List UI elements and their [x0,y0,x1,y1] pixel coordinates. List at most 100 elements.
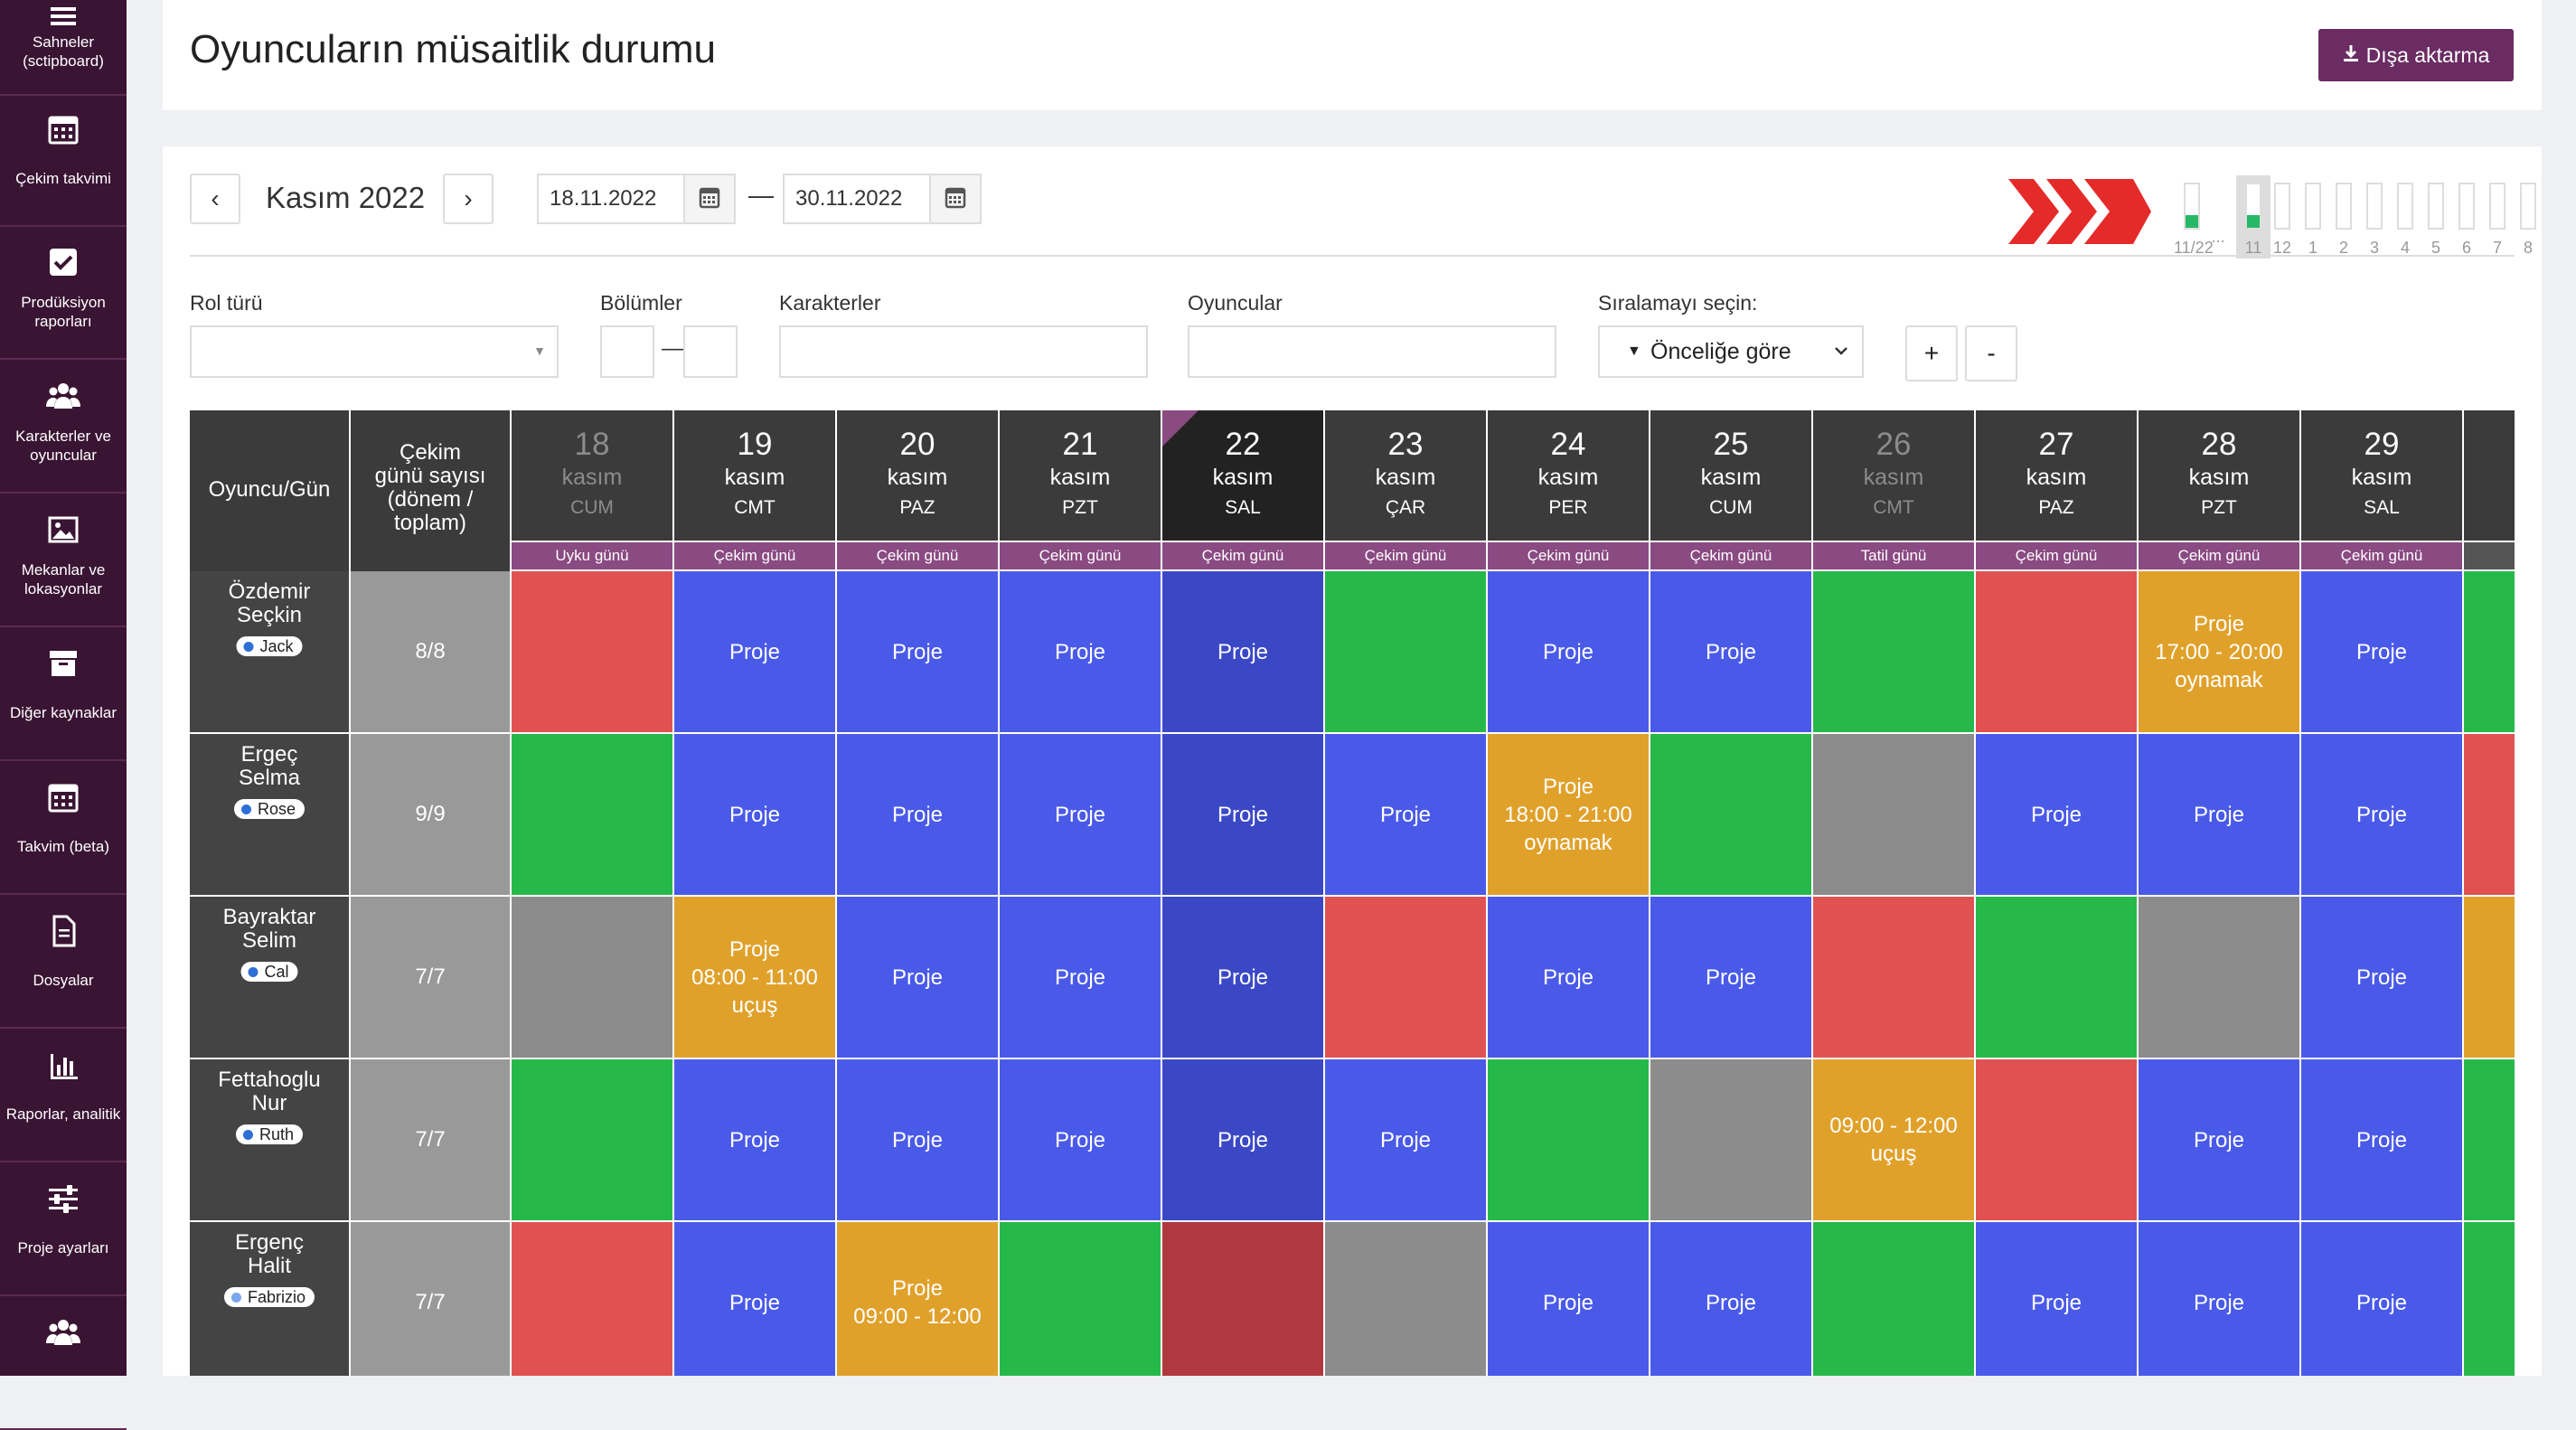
availability-cell[interactable] [1162,1222,1323,1376]
availability-cell[interactable]: Proje [2301,1059,2462,1220]
date-to-input[interactable]: 30.11.2022 [783,174,982,224]
character-chip[interactable]: Ruth [235,1124,304,1144]
availability-cell[interactable] [1813,734,1974,895]
sidebar-item-9[interactable]: Proje ayarları [0,1164,127,1296]
day-header-25[interactable]: 25 kasım CUM [1650,410,1811,541]
availability-cell[interactable] [512,1059,672,1220]
sidebar-item-3[interactable]: Karakterler ve oyuncular [0,362,127,494]
actors-input[interactable] [1188,325,1556,378]
availability-cell[interactable]: Proje [2301,897,2462,1058]
character-chip[interactable]: Rose [233,799,306,819]
availability-cell[interactable]: Proje 09:00 - 12:00 [837,1222,998,1376]
availability-cell[interactable]: Proje [2139,1222,2299,1376]
availability-cell[interactable] [2464,571,2515,732]
timeline-bar[interactable] [2520,183,2536,230]
export-button[interactable]: Dışa aktarma [2318,29,2514,81]
availability-cell[interactable] [1813,1222,1974,1376]
availability-cell[interactable]: Proje [1000,571,1161,732]
availability-cell[interactable]: Proje [2301,1222,2462,1376]
sidebar-item-7[interactable]: Dosyalar [0,897,127,1029]
availability-cell[interactable]: Proje [674,734,835,895]
zoom-in-button[interactable]: + [1905,325,1958,381]
timeline-bar[interactable] [2184,183,2200,230]
availability-cell[interactable]: Proje [1000,897,1161,1058]
availability-cell[interactable] [1813,897,1974,1058]
availability-cell[interactable]: 09:00 - 12:00 uçuş [1813,1059,1974,1220]
availability-cell[interactable] [512,571,672,732]
availability-cell[interactable]: Proje [1488,1222,1649,1376]
day-header-18[interactable]: 18 kasım CUM [512,410,672,541]
day-header-26[interactable]: 26 kasım CMT [1813,410,1974,541]
day-header-19[interactable]: 19 kasım CMT [674,410,835,541]
availability-cell[interactable]: Proje [1162,571,1323,732]
sidebar-item-1[interactable]: Çekim takvimi [0,95,127,227]
availability-cell[interactable]: Proje [674,1222,835,1376]
sidebar-item-8[interactable]: Raporlar, analitik [0,1030,127,1162]
availability-cell[interactable] [1325,1222,1486,1376]
day-header-20[interactable]: 20 kasım PAZ [837,410,998,541]
availability-cell[interactable]: Proje [1488,571,1649,732]
availability-cell[interactable] [2464,1059,2515,1220]
availability-cell[interactable] [1325,571,1486,732]
timeline-bar[interactable] [2397,183,2413,230]
calendar-icon[interactable] [929,175,980,222]
actor-cell[interactable]: Ergeç Selma Rose [190,734,349,895]
availability-cell[interactable]: Proje [1976,734,2137,895]
availability-cell[interactable]: Proje [1000,1059,1161,1220]
availability-cell[interactable]: Proje [837,1059,998,1220]
timeline-bar[interactable] [2305,183,2321,230]
availability-cell[interactable] [2139,897,2299,1058]
characters-input[interactable] [779,325,1148,378]
availability-cell[interactable]: Proje [1162,734,1323,895]
character-chip[interactable]: Cal [240,962,298,982]
calendar-icon[interactable] [683,175,734,222]
day-header-22[interactable]: 22 kasım SAL [1162,410,1323,541]
sidebar-item-10[interactable] [0,1298,127,1430]
availability-cell[interactable] [2464,1222,2515,1376]
availability-cell[interactable]: Proje [1976,1222,2137,1376]
availability-cell[interactable] [1000,1222,1161,1376]
sort-select[interactable]: ▼ Önceliğe göre [1598,325,1864,378]
sidebar-item-0[interactable]: Sahneler (sctipboard) [0,0,127,96]
timeline-bar[interactable] [2336,183,2352,230]
availability-cell[interactable] [1650,1059,1811,1220]
availability-cell[interactable] [512,897,672,1058]
availability-cell[interactable]: Proje [1162,897,1323,1058]
availability-cell[interactable]: Proje [837,897,998,1058]
character-chip[interactable]: Fabrizio [223,1287,315,1307]
availability-cell[interactable]: Proje [2301,734,2462,895]
sidebar-item-6[interactable]: Takvim (beta) [0,763,127,895]
day-header-28[interactable]: 28 kasım PZT [2139,410,2299,541]
timeline-bar[interactable] [2366,183,2383,230]
availability-cell[interactable]: Proje [1650,1222,1811,1376]
availability-cell[interactable]: Proje [837,734,998,895]
date-from-input[interactable]: 18.11.2022 [537,174,736,224]
character-chip[interactable]: Jack [236,636,303,656]
availability-cell[interactable] [1813,571,1974,732]
availability-cell[interactable]: Proje [1325,1059,1486,1220]
availability-cell[interactable]: Proje [2139,734,2299,895]
timeline-overview[interactable]: 11/22 11 12 1 2 3 4 5 6 7 8... [2007,165,2540,264]
sidebar-item-4[interactable]: Mekanlar ve lokasyonlar [0,495,127,627]
day-header-21[interactable]: 21 kasım PZT [1000,410,1161,541]
timeline-bar[interactable] [2245,183,2261,230]
day-header-27[interactable]: 27 kasım PAZ [1976,410,2137,541]
availability-cell[interactable] [2464,897,2515,1058]
timeline-bar[interactable] [2489,183,2505,230]
actor-cell[interactable]: Özdemir Seçkin Jack [190,571,349,732]
availability-cell[interactable]: Proje [1488,897,1649,1058]
availability-cell[interactable] [512,734,672,895]
availability-cell[interactable]: Proje [1650,571,1811,732]
availability-cell[interactable]: Proje 08:00 - 11:00 uçuş [674,897,835,1058]
availability-cell[interactable]: Proje [1162,1059,1323,1220]
availability-cell[interactable] [1325,897,1486,1058]
availability-cell[interactable]: Proje 18:00 - 21:00 oynamak [1488,734,1649,895]
availability-cell[interactable]: Proje [1000,734,1161,895]
day-header-23[interactable]: 23 kasım ÇAR [1325,410,1486,541]
timeline-bar[interactable] [2428,183,2444,230]
availability-cell[interactable]: Proje [674,571,835,732]
availability-cell[interactable]: Proje [1325,734,1486,895]
availability-cell[interactable]: Proje [837,571,998,732]
sidebar-item-5[interactable]: Diğer kaynaklar [0,629,127,761]
availability-cell[interactable] [512,1222,672,1376]
